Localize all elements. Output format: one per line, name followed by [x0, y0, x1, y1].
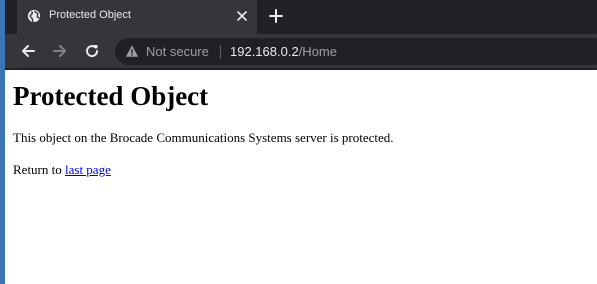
- new-tab-plus-icon[interactable]: [267, 7, 285, 25]
- return-line: Return to last page: [13, 162, 111, 178]
- omnibox-divider: [220, 45, 221, 59]
- url-path: /Home: [298, 44, 337, 59]
- globe-icon: [27, 9, 41, 23]
- last-page-link[interactable]: last page: [65, 162, 111, 177]
- warning-icon[interactable]: [125, 44, 139, 58]
- tab-protected-object[interactable]: Protected Object: [17, 0, 257, 34]
- return-prefix: Return to: [13, 162, 65, 177]
- page-title: Protected Object: [13, 81, 209, 111]
- reload-icon[interactable]: [83, 42, 101, 60]
- tab-title: Protected Object: [49, 9, 131, 21]
- not-secure-label[interactable]: Not secure: [146, 44, 209, 59]
- tab-strip: Protected Object: [5, 0, 597, 34]
- browser-toolbar: Not secure 192.168.0.2/Home: [5, 34, 597, 69]
- url-text[interactable]: 192.168.0.2/Home: [230, 44, 337, 59]
- page-content: Protected Object This object on the Broc…: [13, 70, 597, 284]
- protected-message: This object on the Brocade Communication…: [13, 130, 394, 145]
- close-icon[interactable]: [234, 8, 250, 24]
- browser-window: Protected Object Not secure 192.168.0.2/…: [0, 0, 597, 284]
- back-arrow-icon[interactable]: [19, 42, 37, 60]
- url-host: 192.168.0.2: [230, 44, 299, 59]
- forward-arrow-icon[interactable]: [51, 42, 69, 60]
- address-bar[interactable]: Not secure 192.168.0.2/Home: [115, 38, 597, 65]
